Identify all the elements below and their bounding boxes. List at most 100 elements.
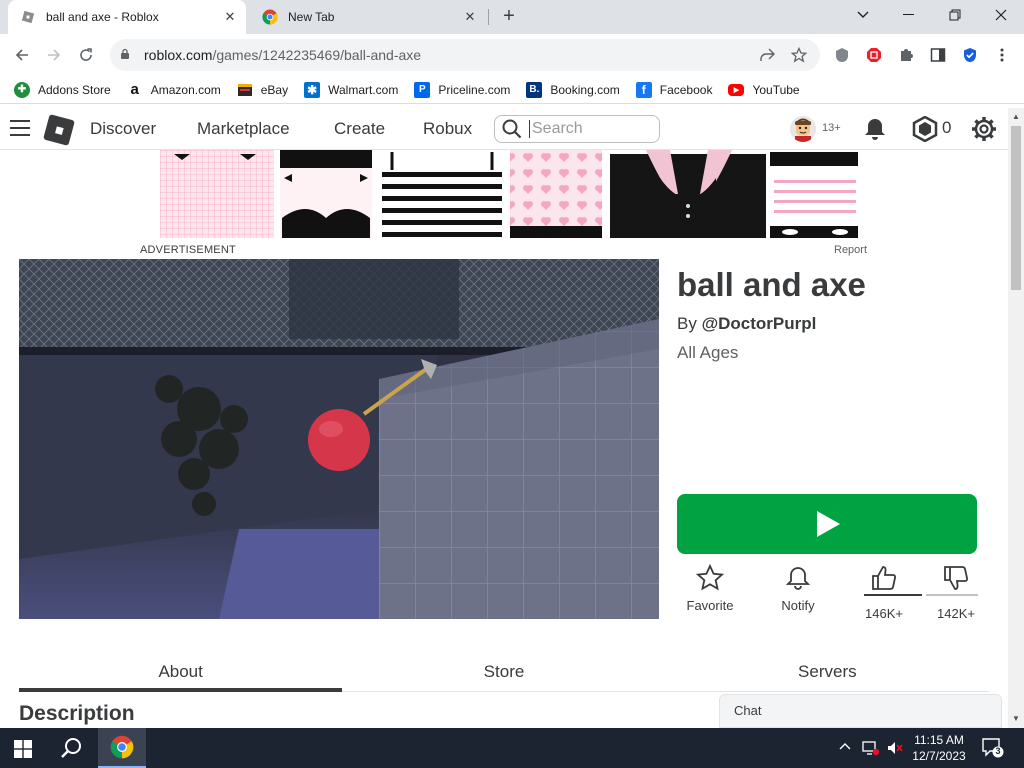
- roblox-logo-icon[interactable]: [43, 114, 75, 146]
- close-window-icon[interactable]: [978, 0, 1024, 30]
- bookmark-facebook[interactable]: f Facebook: [635, 81, 712, 98]
- close-tab-icon[interactable]: ✕: [220, 7, 240, 27]
- browser-toolbar: roblox.com/games/1242235469/ball-and-axe: [0, 34, 1024, 76]
- ebay-icon: [236, 81, 253, 98]
- bookmark-priceline[interactable]: P Priceline.com: [414, 81, 510, 98]
- browser-tab-roblox[interactable]: ball and axe - Roblox ✕: [8, 0, 246, 34]
- bookmark-star-icon[interactable]: [788, 44, 810, 66]
- star-icon: [696, 564, 724, 591]
- notify-button[interactable]: Notify: [772, 564, 824, 613]
- tab-search-chevron-icon[interactable]: [840, 0, 886, 30]
- upvote-count: 146K+: [865, 606, 903, 621]
- forward-arrow-icon[interactable]: [42, 43, 66, 67]
- browser-tab-strip: ball and axe - Roblox ✕ New Tab ✕ +: [0, 0, 1024, 34]
- nav-marketplace[interactable]: Marketplace: [197, 119, 290, 139]
- booking-icon: B.: [526, 81, 543, 98]
- reload-icon[interactable]: [74, 43, 98, 67]
- nav-discover[interactable]: Discover: [90, 119, 156, 139]
- tab-store[interactable]: Store: [342, 652, 665, 691]
- walmart-icon: ✱: [304, 81, 321, 98]
- settings-gear-icon[interactable]: [971, 116, 997, 142]
- tray-chevron-up-icon[interactable]: [838, 740, 856, 758]
- favorite-button[interactable]: Favorite: [682, 564, 738, 613]
- volume-muted-icon[interactable]: [886, 740, 904, 758]
- scroll-down-arrow-icon[interactable]: ▼: [1008, 712, 1024, 726]
- advertisement-banner[interactable]: [160, 150, 860, 238]
- tab-servers[interactable]: Servers: [666, 652, 989, 691]
- minimize-icon[interactable]: [886, 0, 932, 30]
- ad-report-link[interactable]: Report: [834, 244, 867, 256]
- bitwarden-shield-icon[interactable]: [960, 45, 980, 65]
- search-box[interactable]: [494, 115, 660, 143]
- sidepanel-icon[interactable]: [928, 45, 948, 65]
- shield-extension-icon[interactable]: [832, 45, 852, 65]
- chrome-icon: [110, 735, 134, 759]
- network-icon[interactable]: [862, 740, 880, 758]
- search-icon: [502, 119, 522, 139]
- new-tab-plus-icon[interactable]: +: [498, 6, 520, 28]
- lock-icon: [120, 48, 134, 63]
- kebab-menu-icon[interactable]: [992, 45, 1012, 65]
- notification-center-icon[interactable]: 3: [982, 738, 1004, 758]
- description-heading: Description: [19, 702, 135, 725]
- priceline-icon: P: [414, 81, 431, 98]
- tab-title: New Tab: [288, 10, 335, 24]
- restore-icon[interactable]: [932, 0, 978, 30]
- addons-store-icon: ✚: [14, 81, 30, 98]
- notification-count: 3: [995, 746, 1001, 756]
- downvote-button[interactable]: 142K+: [932, 564, 980, 621]
- hamburger-menu-icon[interactable]: [10, 120, 30, 138]
- adblock-extension-icon[interactable]: [864, 45, 884, 65]
- back-arrow-icon[interactable]: [10, 43, 34, 67]
- search-input[interactable]: [529, 120, 649, 138]
- bookmark-amazon[interactable]: a Amazon.com: [126, 81, 221, 98]
- play-button[interactable]: [677, 494, 977, 554]
- notify-label: Notify: [781, 598, 815, 613]
- age-badge: 13+: [822, 122, 841, 134]
- notifications-bell-icon[interactable]: [862, 116, 888, 142]
- scrollbar-thumb[interactable]: [1011, 126, 1021, 290]
- game-title: ball and axe: [677, 266, 866, 303]
- url-text: roblox.com/games/1242235469/ball-and-axe: [144, 47, 422, 63]
- taskbar-search-icon[interactable]: [60, 736, 84, 760]
- share-icon[interactable]: [756, 44, 778, 66]
- vote-ratio-bar: [864, 594, 978, 597]
- chat-bar[interactable]: Chat: [719, 694, 1002, 728]
- bookmark-ebay[interactable]: eBay: [236, 81, 288, 98]
- windows-start-icon[interactable]: [14, 740, 32, 758]
- bookmark-youtube[interactable]: ▶ YouTube: [728, 83, 800, 97]
- clock-date: 12/7/2023: [912, 749, 966, 763]
- robux-icon[interactable]: [912, 115, 938, 143]
- scroll-up-arrow-icon[interactable]: ▲: [1008, 110, 1024, 124]
- bookmark-walmart[interactable]: ✱ Walmart.com: [304, 81, 398, 98]
- bookmark-addons-store[interactable]: ✚ Addons Store: [14, 81, 111, 98]
- nav-robux[interactable]: Robux: [423, 119, 472, 139]
- creator-link[interactable]: @DoctorPurpl: [702, 314, 817, 333]
- avatar[interactable]: [790, 116, 816, 142]
- address-bar[interactable]: roblox.com/games/1242235469/ball-and-axe: [110, 39, 820, 71]
- ad-clothing-image: [160, 150, 860, 238]
- taskbar-clock[interactable]: 11:15 AM 12/7/2023: [906, 732, 972, 764]
- screen: ball and axe - Roblox ✕ New Tab ✕ + robl…: [0, 0, 1024, 768]
- downvote-count: 142K+: [937, 606, 975, 621]
- robux-balance[interactable]: 0: [942, 118, 951, 138]
- vote-ratio-up-segment: [864, 594, 922, 596]
- tab-title: ball and axe - Roblox: [46, 10, 159, 24]
- puzzle-extensions-icon[interactable]: [896, 45, 916, 65]
- thumbs-up-icon: [872, 566, 896, 590]
- game-tabs: About Store Servers: [19, 652, 989, 692]
- vertical-scrollbar[interactable]: ▲ ▼: [1008, 108, 1024, 728]
- upvote-button[interactable]: 146K+: [860, 564, 908, 621]
- bookmark-booking[interactable]: B. Booking.com: [526, 81, 620, 98]
- thumbs-down-icon: [944, 566, 968, 590]
- close-tab-icon[interactable]: ✕: [460, 7, 480, 27]
- bell-icon: [785, 567, 811, 590]
- favorite-label: Favorite: [686, 598, 734, 613]
- tab-about[interactable]: About: [19, 652, 343, 692]
- game-thumbnail[interactable]: [19, 259, 659, 619]
- bookmarks-bar: ✚ Addons Store a Amazon.com eBay ✱ Walmart.…: [0, 76, 1024, 104]
- browser-tab-newtab[interactable]: New Tab ✕: [250, 0, 486, 34]
- taskbar-chrome-button[interactable]: [98, 728, 146, 768]
- facebook-icon: f: [635, 81, 652, 98]
- nav-create[interactable]: Create: [334, 119, 385, 139]
